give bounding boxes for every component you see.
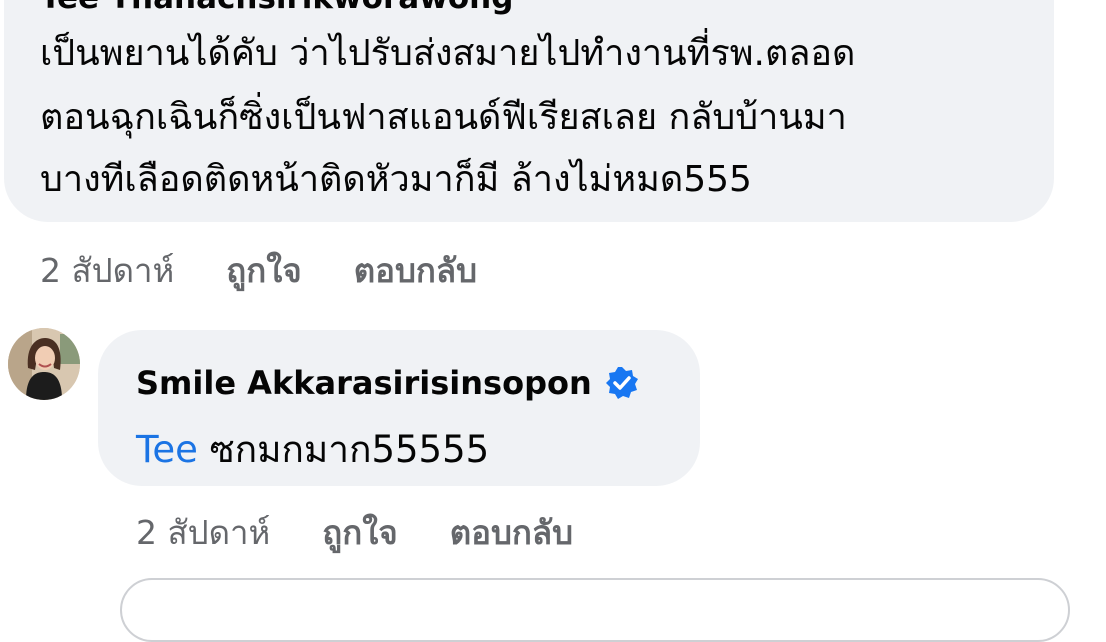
mention-link[interactable]: Tee xyxy=(136,428,198,471)
avatar[interactable] xyxy=(8,328,80,400)
comment-text-line-3: บางทีเลือดติดหน้าติดหัวมาก็มี ล้างไม่หมด… xyxy=(40,159,752,200)
comment-text-line-1: เป็นพยานได้คับ ว่าไปรับส่งสมายไปทำงานที่… xyxy=(40,33,856,74)
reply-author-name[interactable]: Smile Akkarasirisinsopon xyxy=(136,364,592,402)
reply-body: ซกมกมาก55555 xyxy=(197,428,490,471)
reply-timestamp[interactable]: 2 สัปดาห์ xyxy=(136,506,270,559)
verified-badge-icon xyxy=(604,365,640,401)
reply-meta-row: 2 สัปดาห์ ถูกใจ ตอบกลับ xyxy=(136,506,625,559)
reply-like-button[interactable]: ถูกใจ xyxy=(322,506,397,559)
comment-input[interactable] xyxy=(120,578,1070,642)
comment-timestamp[interactable]: 2 สัปดาห์ xyxy=(40,244,174,297)
comment-author-name[interactable]: Tee Thanachsirikworawong xyxy=(40,0,513,16)
reply-author-row: Smile Akkarasirisinsopon xyxy=(136,364,640,402)
comment-meta-row: 2 สัปดาห์ ถูกใจ ตอบกลับ xyxy=(40,244,529,297)
comment-text-line-2: ตอนฉุกเฉินก็ซิ่งเป็นฟาสแอนด์ฟีเรียสเลย ก… xyxy=(40,97,847,138)
reply-button[interactable]: ตอบกลับ xyxy=(354,244,477,297)
reply-reply-button[interactable]: ตอบกลับ xyxy=(450,506,573,559)
like-button[interactable]: ถูกใจ xyxy=(226,244,301,297)
reply-text: Tee ซกมกมาก55555 xyxy=(136,420,489,479)
